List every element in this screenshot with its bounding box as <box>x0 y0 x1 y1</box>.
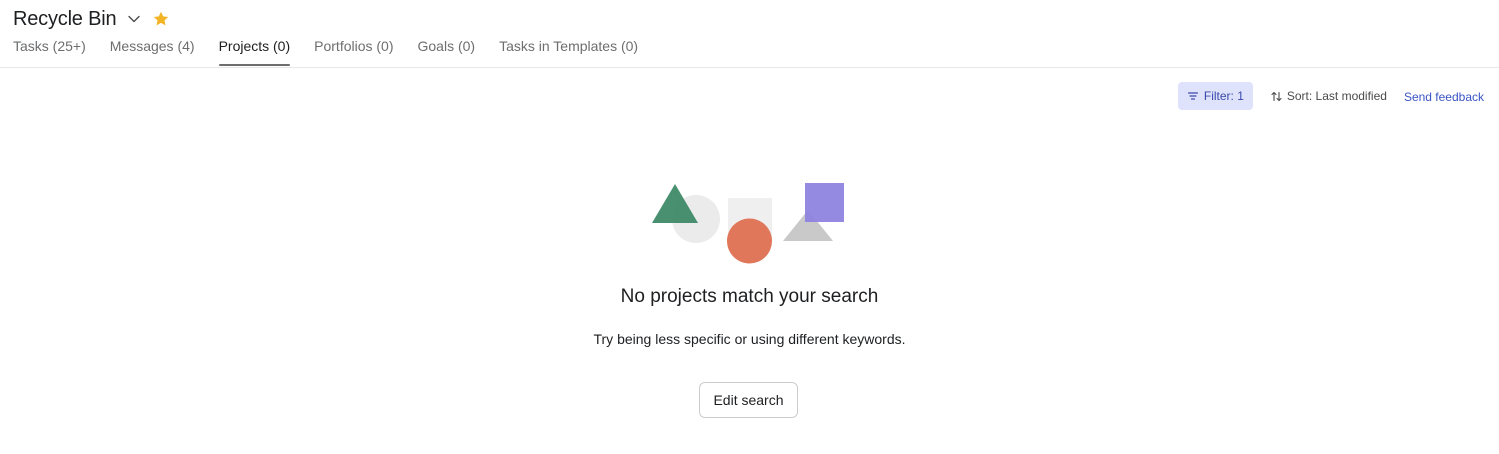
page-title: Recycle Bin <box>13 7 117 30</box>
toolbar: Filter: 1 Sort: Last modified Send feedb… <box>1177 82 1484 110</box>
page-header: Recycle Bin Tasks (25+) Messages (4) Pro… <box>0 0 1499 68</box>
tab-goals[interactable]: Goals (0) <box>418 36 476 66</box>
sort-button[interactable]: Sort: Last modified <box>1271 89 1387 103</box>
tab-bar: Tasks (25+) Messages (4) Projects (0) Po… <box>13 36 662 68</box>
tab-portfolios[interactable]: Portfolios (0) <box>314 36 393 66</box>
filter-icon <box>1187 91 1198 101</box>
star-icon[interactable] <box>152 10 170 28</box>
filter-label: Filter: 1 <box>1203 89 1244 103</box>
tab-tasks[interactable]: Tasks (25+) <box>13 36 86 66</box>
sort-icon <box>1271 91 1282 102</box>
orange-circle-shape <box>727 218 772 264</box>
edit-search-button[interactable]: Edit search <box>699 382 798 418</box>
empty-state-heading: No projects match your search <box>620 286 879 307</box>
tab-messages[interactable]: Messages (4) <box>110 36 195 66</box>
filter-button[interactable]: Filter: 1 <box>1177 82 1253 110</box>
purple-square-shape <box>805 183 844 222</box>
sort-label: Sort: Last modified <box>1286 89 1387 103</box>
title-row: Recycle Bin <box>13 6 170 32</box>
tab-projects[interactable]: Projects (0) <box>218 36 290 66</box>
send-feedback-link[interactable]: Send feedback <box>1404 90 1484 104</box>
empty-state-illustration <box>650 180 850 270</box>
empty-state-subtext: Try being less specific or using differe… <box>593 331 906 347</box>
tab-tasks-in-templates[interactable]: Tasks in Templates (0) <box>499 36 638 66</box>
chevron-down-icon[interactable] <box>126 11 142 27</box>
